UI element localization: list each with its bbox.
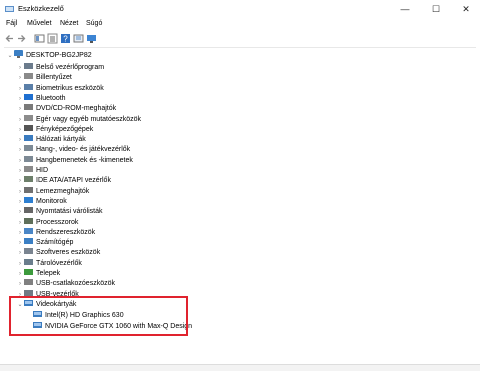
computer-icon (14, 50, 23, 58)
menu-help[interactable]: Súgó (86, 20, 102, 27)
tree-item-label: DVD/CD-ROM-meghajtók (36, 105, 117, 113)
status-bar (0, 364, 480, 371)
tree-item-label: Tárolóvezérlők (36, 259, 82, 267)
network-icon (24, 135, 33, 142)
minimize-button[interactable]: — (390, 0, 420, 18)
processor-icon (24, 217, 33, 224)
tree-item-label: Biometrikus eszközök (36, 84, 104, 92)
tree-item-label: Monitorok (36, 197, 67, 205)
scan-hardware-icon[interactable] (86, 33, 97, 44)
tree-item-label: USB-csatlakozóeszközök (36, 280, 115, 288)
printer-icon (24, 207, 33, 214)
hid-icon (24, 166, 33, 172)
menu-file[interactable]: Fájl (6, 20, 17, 27)
forward-arrow-icon[interactable] (16, 33, 27, 44)
title-bar: Eszközkezelő — ☐ ✕ (0, 0, 480, 19)
window-title: Eszközkezelő (18, 4, 64, 13)
tree-item-label: Processzorok (36, 218, 79, 226)
menu-action[interactable]: Művelet (27, 20, 52, 27)
tree-item-label: Egér vagy egyéb mutatóeszközök (36, 115, 142, 123)
tree-item-label: Számítógép (36, 239, 74, 247)
menu-view[interactable]: Nézet (60, 20, 78, 27)
tree-item-label: Hálózati kártyák (36, 136, 86, 144)
tree-item-label: HID (36, 167, 49, 174)
usb-connector-icon (24, 279, 33, 286)
toolbar: ? (0, 31, 480, 46)
software-device-icon (24, 248, 33, 255)
tree-item-label: Bluetooth (36, 94, 66, 102)
resources-icon[interactable] (73, 33, 84, 44)
tree-item-label: Belső vezérlőprogram (36, 64, 105, 71)
disc-drive-icon (24, 104, 33, 111)
system-icon (24, 227, 33, 234)
close-button[interactable]: ✕ (451, 0, 480, 18)
tree-item-label: Nyomtatási várólisták (36, 208, 103, 216)
keyboard-icon (24, 73, 33, 80)
bluetooth-icon (24, 93, 33, 100)
highlight-box (9, 296, 188, 336)
disk-icon (24, 186, 33, 193)
computer-icon (24, 238, 33, 245)
camera-icon (24, 124, 33, 131)
firmware-icon (24, 63, 33, 69)
ide-icon (24, 176, 33, 183)
sound-icon (24, 145, 33, 152)
tree-item-label: Fényképezőgépek (36, 125, 94, 133)
svg-text:?: ? (63, 35, 68, 44)
properties-icon[interactable] (34, 33, 45, 44)
tree-item-label: Rendszereszközök (36, 228, 96, 236)
monitor-icon (24, 196, 33, 203)
tree-item-label: Szoftveres eszközök (36, 249, 101, 257)
tree-item-label: Hangbemenetek és -kimenetek (36, 156, 133, 164)
tree-item-label: Billentyűzet (36, 74, 72, 82)
menu-bar: Fájl Művelet Nézet Súgó (0, 18, 480, 31)
tree-item-label: Lemezmeghajtók (36, 187, 90, 195)
help-icon[interactable]: ? (60, 33, 71, 44)
list-view-icon[interactable] (47, 33, 58, 44)
root-label: DESKTOP-BG2JP82 (26, 52, 92, 59)
battery-icon (24, 269, 33, 275)
storage-icon (24, 258, 33, 265)
biometric-icon (24, 83, 33, 90)
tree-item-label: Telepek (36, 270, 61, 277)
speaker-icon (24, 155, 33, 162)
maximize-button[interactable]: ☐ (421, 0, 451, 18)
chevron-down-icon[interactable]: ⌄ (6, 51, 14, 62)
mouse-icon (24, 114, 33, 121)
tree-item-label: Hang-, video- és játékvezérlők (36, 146, 131, 154)
tree-root[interactable]: ⌄ DESKTOP-BG2JP82 (6, 50, 92, 61)
device-manager-icon (5, 6, 14, 12)
back-arrow-icon[interactable] (4, 33, 15, 44)
tree-item-label: IDE ATA/ATAPI vezérlők (36, 177, 111, 185)
